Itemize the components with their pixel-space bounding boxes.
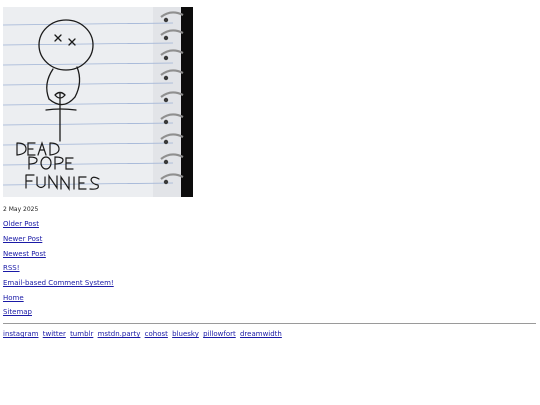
email-comment-link[interactable]: Email-based Comment System! [3,279,114,287]
home-link[interactable]: Home [3,294,24,302]
comic-image [3,7,193,197]
newest-post-link[interactable]: Newest Post [3,250,46,258]
post-date: 2 May 2025 [3,206,39,213]
social-links: instagram twitter tumblr mstdn.party coh… [3,330,284,338]
social-link-instagram[interactable]: instagram [3,330,39,338]
social-link-tumblr[interactable]: tumblr [70,330,93,338]
social-link-twitter[interactable]: twitter [43,330,66,338]
social-link-bluesky[interactable]: bluesky [172,330,199,338]
footer-divider [3,323,536,324]
newer-post-link[interactable]: Newer Post [3,235,42,243]
rss-link[interactable]: RSS! [3,264,20,272]
sitemap-link[interactable]: Sitemap [3,308,32,316]
social-link-dreamwidth[interactable]: dreamwidth [240,330,282,338]
social-link-cohost[interactable]: cohost [145,330,168,338]
older-post-link[interactable]: Older Post [3,220,39,228]
social-link-pillowfort[interactable]: pillowfort [203,330,236,338]
social-link-mstdn-party[interactable]: mstdn.party [98,330,141,338]
